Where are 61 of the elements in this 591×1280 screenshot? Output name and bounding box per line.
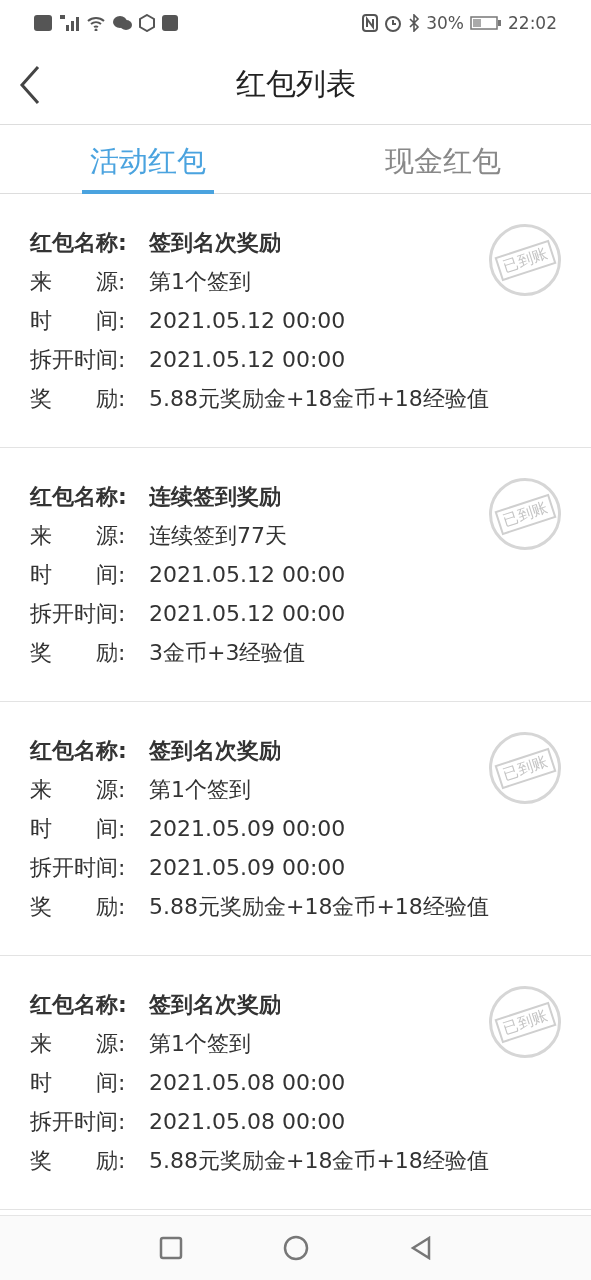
field-label: 来 源: — [30, 267, 127, 296]
field-label: 时 间: — [30, 1068, 127, 1097]
field-value: 签到名次奖励 — [149, 736, 281, 765]
field-label: 拆开时间: — [30, 1107, 127, 1136]
hd-icon — [34, 14, 52, 31]
field-value: 2021.05.08 00:00 — [149, 1109, 346, 1134]
stamp-text: 已到账 — [494, 493, 556, 535]
app-icon — [162, 14, 178, 31]
field-label: 拆开时间: — [30, 853, 127, 882]
bluetooth-icon — [408, 13, 421, 32]
chat-icon — [112, 14, 132, 31]
field-label: 奖 励: — [30, 384, 127, 413]
stamp-text: 已到账 — [494, 1001, 556, 1043]
field-label: 红包名称: — [30, 990, 128, 1019]
nfc-icon — [362, 13, 379, 32]
field-label: 奖 励: — [30, 1146, 127, 1175]
field-value: 第1个签到 — [149, 1029, 251, 1058]
field-value: 签到名次奖励 — [149, 228, 281, 257]
field-value: 连续签到77天 — [149, 521, 287, 550]
signal-icon — [58, 14, 80, 31]
field-label: 红包名称: — [30, 482, 128, 511]
field-value: 5.88元奖励金+18金币+18经验值 — [149, 1146, 489, 1175]
alarm-icon — [384, 13, 403, 32]
stamp-text: 已到账 — [494, 239, 556, 281]
clock-time: 22:02 — [508, 12, 557, 33]
recents-button[interactable] — [158, 1236, 183, 1260]
field-value: 2021.05.12 00:00 — [149, 308, 346, 333]
field-label: 奖 励: — [30, 892, 127, 921]
field-value: 签到名次奖励 — [149, 990, 281, 1019]
field-label: 时 间: — [30, 814, 127, 843]
field-value: 5.88元奖励金+18金币+18经验值 — [149, 892, 489, 921]
stamp-text: 已到账 — [494, 747, 556, 789]
field-value: 连续签到奖励 — [149, 482, 281, 511]
back-nav-button[interactable] — [408, 1236, 433, 1260]
field-label: 时 间: — [30, 306, 127, 335]
field-label: 来 源: — [30, 775, 127, 804]
tab[interactable]: 活动红包 — [0, 125, 296, 193]
field-value: 3金币+3经验值 — [149, 638, 306, 667]
field-value: 2021.05.12 00:00 — [149, 347, 346, 372]
tab[interactable]: 现金红包 — [295, 125, 591, 193]
wifi-icon — [86, 14, 106, 31]
field-value: 2021.05.09 00:00 — [149, 855, 346, 880]
field-label: 奖 励: — [30, 638, 127, 667]
field-label: 红包名称: — [30, 228, 128, 257]
field-label: 拆开时间: — [30, 345, 127, 374]
battery-icon — [470, 14, 502, 31]
page-title: 红包列表 — [235, 65, 356, 103]
field-value: 第1个签到 — [149, 267, 251, 296]
field-value: 第1个签到 — [149, 775, 251, 804]
home-button[interactable] — [282, 1235, 309, 1261]
field-value: 2021.05.08 00:00 — [149, 1070, 346, 1095]
field-value: 5.88元奖励金+18金币+18经验值 — [149, 384, 489, 413]
field-label: 红包名称: — [30, 736, 128, 765]
field-value: 2021.05.12 00:00 — [149, 601, 346, 626]
field-value: 2021.05.12 00:00 — [149, 562, 346, 587]
battery-percent: 30% — [426, 12, 464, 33]
field-label: 来 源: — [30, 521, 127, 550]
field-value: 2021.05.09 00:00 — [149, 816, 346, 841]
field-label: 时 间: — [30, 560, 127, 589]
field-label: 拆开时间: — [30, 599, 127, 628]
field-label: 来 源: — [30, 1029, 127, 1058]
